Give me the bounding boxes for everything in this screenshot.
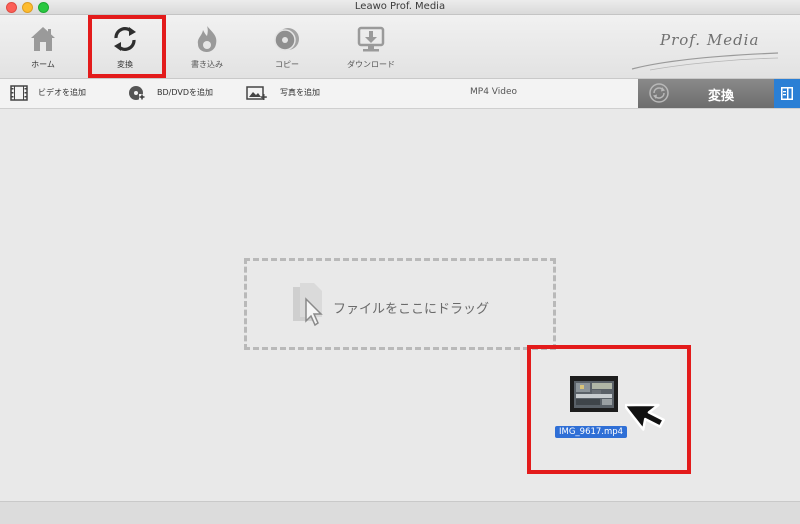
highlight-convert-tab: [88, 15, 166, 78]
add-bd-dvd-label: BD/DVDを追加: [157, 88, 213, 97]
toolbar-burn[interactable]: 書き込み: [172, 15, 242, 78]
toolbar-home[interactable]: ホーム: [8, 15, 78, 78]
add-photo-label: 写真を追加: [280, 88, 320, 97]
toolbar-copy[interactable]: コピー: [252, 15, 322, 78]
burn-icon: [197, 26, 217, 52]
side-panel-toggle-button[interactable]: [774, 79, 800, 108]
file-drop-zone[interactable]: ファイルをここにドラッグ: [244, 258, 556, 350]
add-video-button[interactable]: ビデオを追加: [8, 79, 108, 108]
toolbar-download[interactable]: ダウンロード: [336, 15, 406, 78]
disc-add-icon: [129, 86, 145, 100]
convert-button-label: 変換: [708, 89, 735, 104]
drop-zone-text: ファイルをここにドラッグ: [333, 302, 490, 317]
prof-media-logo: Prof. Media: [630, 31, 780, 71]
add-video-label: ビデオを追加: [38, 88, 86, 97]
window-title: Leawo Prof. Media: [354, 1, 446, 12]
panel-toggle-icon: [781, 87, 793, 100]
download-icon: [357, 26, 385, 52]
drop-file-icon: [293, 283, 323, 327]
toolbar-home-label: ホーム: [31, 60, 55, 69]
photo-add-icon: [246, 86, 267, 100]
highlight-dragged-file: [527, 345, 691, 474]
toolbar-download-label: ダウンロード: [347, 60, 395, 69]
film-icon: [10, 85, 28, 101]
toolbar-burn-label: 書き込み: [191, 60, 223, 69]
title-bar: Leawo Prof. Media: [0, 0, 800, 15]
add-photo-button[interactable]: 写真を追加: [244, 79, 344, 108]
logo-text: Prof. Media: [660, 31, 760, 49]
logo-swoosh-icon: [631, 52, 779, 71]
add-bd-dvd-button[interactable]: BD/DVDを追加: [126, 79, 236, 108]
home-icon: [31, 27, 55, 51]
convert-button[interactable]: 変換: [638, 79, 774, 108]
convert-circle-icon: [649, 83, 669, 103]
output-format-selector[interactable]: MP4 Video: [470, 87, 517, 97]
toolbar-copy-label: コピー: [275, 60, 299, 69]
status-bar: [0, 501, 800, 524]
copy-disc-icon: [274, 28, 299, 51]
